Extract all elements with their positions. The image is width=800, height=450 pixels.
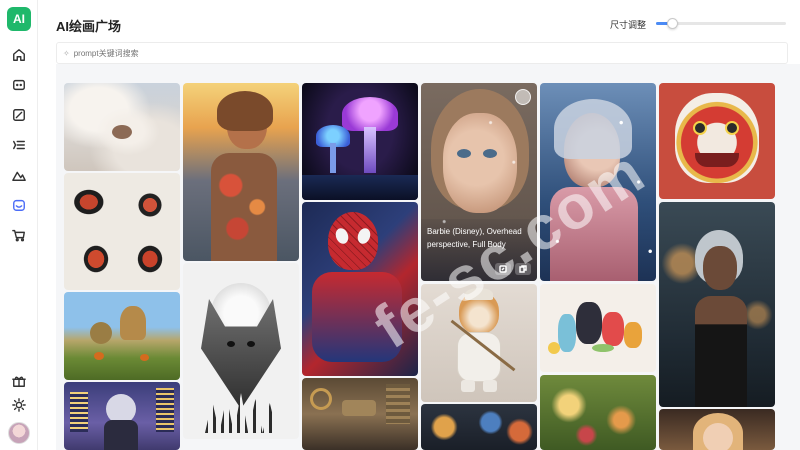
gallery-image-neon-mushrooms[interactable] — [302, 83, 418, 200]
app-logo[interactable]: AI — [7, 7, 31, 31]
gallery-image-steampunk-desk[interactable] — [302, 378, 418, 450]
gift-icon[interactable] — [10, 372, 28, 390]
size-slider-thumb[interactable] — [666, 18, 678, 29]
gallery-image-lion-dance[interactable] — [659, 83, 775, 199]
user-avatar[interactable] — [8, 422, 30, 444]
gallery-image-crystals[interactable] — [421, 404, 537, 450]
chat-icon[interactable] — [10, 76, 28, 94]
cart-icon[interactable] — [10, 226, 28, 244]
image-prompt-caption: Barbie (Disney), Overhead perspective, F… — [427, 227, 522, 249]
gallery-image-cyberpunk-woman[interactable] — [659, 202, 775, 407]
gallery-icon[interactable] — [10, 196, 28, 214]
sidebar: AI — [0, 0, 38, 450]
gallery-image-blonde-portrait[interactable] — [659, 409, 775, 450]
search-input[interactable] — [73, 48, 726, 58]
favorite-toggle-button[interactable] — [515, 89, 531, 105]
gallery-image-woman-sunset[interactable] — [183, 83, 299, 261]
gallery-image-fantasy-castle[interactable] — [64, 292, 180, 380]
draw-same-icon[interactable] — [495, 263, 511, 275]
sun-icon[interactable] — [10, 396, 28, 414]
gallery-image-koi-fish[interactable] — [64, 173, 180, 290]
gallery-image-anime-girl-city[interactable] — [64, 382, 180, 450]
image-hover-overlay: Barbie (Disney), Overhead perspective, F… — [421, 219, 537, 281]
gallery-image-wolf-sketch[interactable] — [183, 263, 299, 439]
image-edit-icon[interactable] — [10, 106, 28, 124]
gallery-image-flowers-bokeh[interactable] — [540, 375, 656, 450]
magic-wand-icon: ✧ — [63, 48, 70, 58]
list-icon[interactable] — [10, 136, 28, 154]
gallery-image-barbie-portrait[interactable]: Barbie (Disney), Overhead perspective, F… — [421, 83, 537, 281]
home-icon[interactable] — [10, 46, 28, 64]
gallery-image-astronaut-dog[interactable] — [421, 284, 537, 402]
page-title: AI绘画广场 — [56, 19, 122, 34]
search-bar[interactable]: ✧ — [56, 42, 788, 64]
copy-icon[interactable] — [515, 263, 531, 275]
mountain-icon[interactable] — [10, 166, 28, 184]
gallery-image-cute-monsters[interactable] — [540, 284, 656, 372]
gallery-image-snow-girl[interactable] — [540, 83, 656, 281]
gallery-image-spiderman[interactable] — [302, 202, 418, 376]
image-gallery: Barbie (Disney), Overhead perspective, F… — [56, 64, 800, 450]
gallery-image-clouds-sleeper[interactable] — [64, 83, 180, 171]
size-adjust-label: 尺寸调整 — [610, 20, 647, 30]
size-slider[interactable] — [656, 18, 786, 29]
